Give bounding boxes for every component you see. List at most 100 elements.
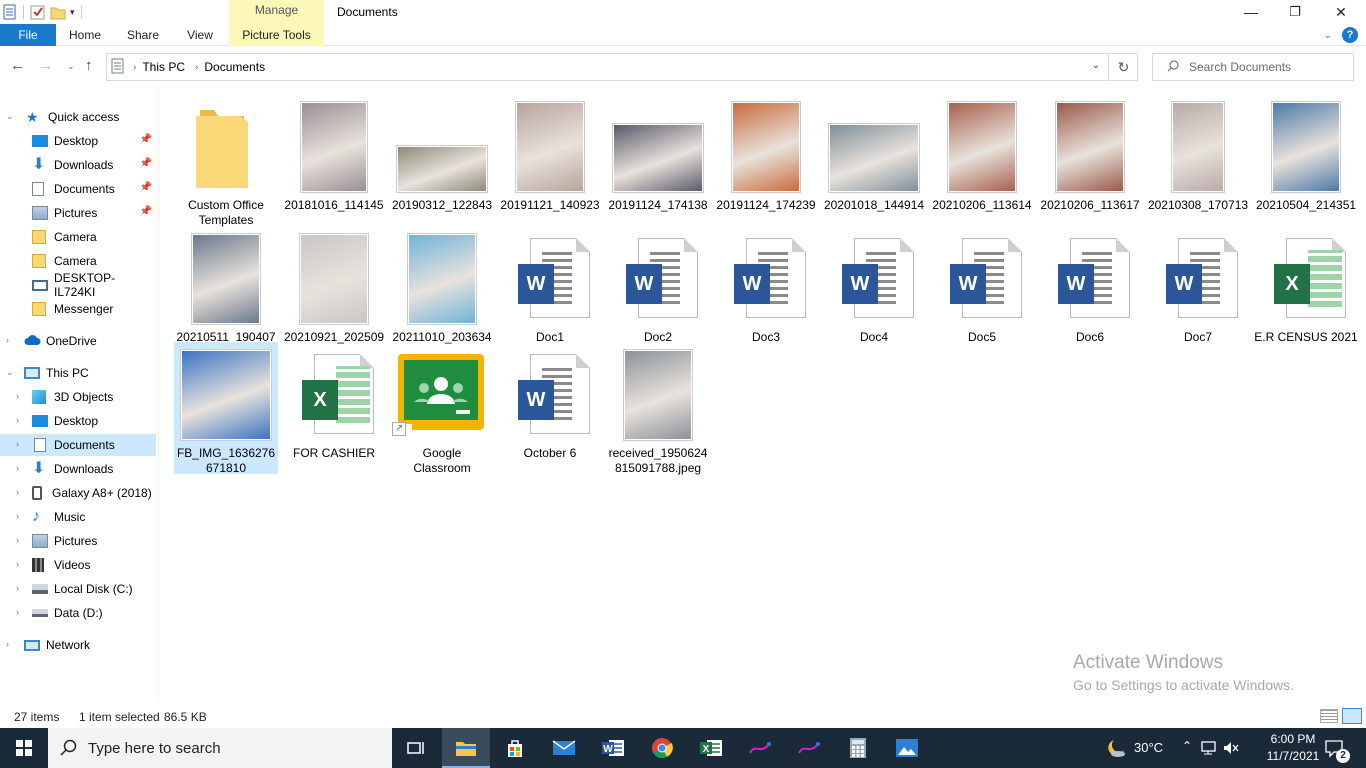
minimize-button[interactable]: —	[1228, 0, 1274, 24]
file-item-google-classroom[interactable]: ↗ Google Classroom	[390, 342, 494, 475]
details-view-icon[interactable]	[1320, 709, 1338, 723]
recent-locations-icon[interactable]: ⌄	[67, 61, 75, 72]
nav-pc-data-d[interactable]: › Data (D:)	[0, 602, 156, 624]
nav-3d-objects[interactable]: › 3D Objects	[0, 386, 156, 408]
expand-chevron-icon[interactable]: ›	[6, 639, 9, 649]
new-folder-icon[interactable]	[50, 4, 66, 20]
up-arrow-icon[interactable]: ↑	[85, 57, 93, 74]
expand-chevron-icon[interactable]: ›	[6, 335, 9, 345]
file-item-20210206-113614[interactable]: 20210206_113614	[930, 94, 1034, 222]
file-item-doc6[interactable]: W Doc6	[1038, 226, 1142, 354]
nav-quick-desktop[interactable]: Desktop 📌	[0, 130, 156, 152]
nav-network[interactable]: › Network	[0, 634, 156, 656]
checkmark-icon[interactable]	[30, 4, 45, 20]
nav-pc-desktop[interactable]: › Desktop	[0, 410, 156, 432]
volume-muted-icon[interactable]	[1222, 740, 1240, 759]
file-item-20190312-122843[interactable]: 20190312_122843	[390, 94, 494, 222]
maximize-button[interactable]: ❐	[1272, 0, 1318, 24]
file-item-20211010-203634[interactable]: 20211010_203634	[390, 226, 494, 354]
file-item-e-r-census-2021[interactable]: X E.R CENSUS 2021	[1254, 226, 1358, 354]
file-item-20210504-214351[interactable]: 20210504_214351	[1254, 94, 1358, 222]
task-view-icon[interactable]	[392, 728, 440, 768]
file-item-20191124-174239[interactable]: 20191124_174239	[714, 94, 818, 222]
address-dropdown-icon[interactable]: ⌄	[1092, 60, 1100, 71]
nav-quick-access[interactable]: ⌄ ★ Quick access	[0, 106, 156, 128]
expand-chevron-icon[interactable]: ›	[16, 535, 19, 545]
start-button[interactable]	[0, 728, 48, 768]
back-arrow-icon[interactable]: ←	[10, 57, 25, 74]
word-icon[interactable]: W	[589, 728, 637, 768]
file-item-20191124-174138[interactable]: 20191124_174138	[606, 94, 710, 222]
store-icon[interactable]	[491, 728, 539, 768]
file-item-20210206-113617[interactable]: 20210206_113617	[1038, 94, 1142, 222]
calculator-icon[interactable]	[834, 728, 882, 768]
address-bar[interactable]: › This PC › Documents ⌄	[106, 53, 1109, 81]
app-taskbar-icon-2[interactable]	[785, 728, 833, 768]
taskbar-search-box[interactable]: Type here to search	[48, 728, 392, 768]
search-box[interactable]: Search Documents	[1152, 53, 1354, 81]
file-item-doc3[interactable]: W Doc3	[714, 226, 818, 354]
expand-chevron-icon[interactable]: ›	[16, 511, 19, 521]
nav-quick-desktop-pc[interactable]: DESKTOP-IL724KI	[0, 271, 156, 299]
nav-quick-downloads[interactable]: ⬇ Downloads 📌	[0, 154, 156, 176]
breadcrumb-documents[interactable]: Documents	[204, 60, 265, 74]
properties-icon[interactable]	[3, 4, 17, 20]
expand-chevron-icon[interactable]: ›	[16, 487, 19, 497]
pane-divider[interactable]	[158, 88, 159, 700]
file-item-20181016-114145[interactable]: 20181016_114145	[282, 94, 386, 222]
expand-chevron-icon[interactable]: ›	[16, 607, 19, 617]
show-hidden-icons-icon[interactable]: ⌃	[1182, 739, 1192, 753]
file-item-received-1950624815091788-jpeg[interactable]: received_1950624 815091788.jpeg	[606, 342, 710, 475]
file-explorer-taskbar-icon[interactable]	[442, 728, 490, 768]
nav-pc-music[interactable]: › ♪ Music	[0, 506, 156, 528]
collapse-chevron-icon[interactable]: ⌄	[6, 367, 14, 378]
network-tray-icon[interactable]	[1200, 740, 1218, 759]
expand-chevron-icon[interactable]: ›	[16, 391, 19, 401]
photos-icon[interactable]	[883, 728, 931, 768]
tab-share[interactable]: Share	[118, 24, 168, 46]
nav-quick-messenger[interactable]: Messenger	[0, 298, 156, 320]
nav-this-pc[interactable]: ⌄ This PC	[0, 362, 156, 384]
file-item-doc1[interactable]: W Doc1	[498, 226, 602, 354]
expand-chevron-icon[interactable]: ›	[16, 559, 19, 569]
nav-quick-camera[interactable]: Camera	[0, 226, 156, 248]
expand-chevron-icon[interactable]: ›	[16, 439, 19, 449]
file-item-20210308-170713[interactable]: 20210308_170713	[1146, 94, 1250, 222]
file-item-custom-office-templates[interactable]: Custom Office Templates	[174, 94, 278, 227]
tab-view[interactable]: View	[176, 24, 224, 46]
excel-icon[interactable]: X	[687, 728, 735, 768]
nav-pc-downloads[interactable]: › ⬇ Downloads	[0, 458, 156, 480]
weather-moon-icon[interactable]	[1104, 738, 1126, 761]
breadcrumb-this-pc[interactable]: This PC	[142, 60, 185, 74]
nav-pc-pictures[interactable]: › Pictures	[0, 530, 156, 552]
file-item-doc7[interactable]: W Doc7	[1146, 226, 1250, 354]
nav-onedrive[interactable]: › OneDrive	[0, 330, 156, 352]
refresh-button[interactable]: ↻	[1110, 53, 1138, 81]
qat-dropdown-icon[interactable]: ▾	[70, 7, 75, 18]
collapse-chevron-icon[interactable]: ⌄	[6, 111, 14, 122]
file-item-fb-img-1636276671810[interactable]: FB_IMG_1636276 671810	[174, 342, 278, 475]
file-item-doc2[interactable]: W Doc2	[606, 226, 710, 354]
expand-chevron-icon[interactable]: ›	[16, 583, 19, 593]
nav-pc-galaxy[interactable]: › Galaxy A8+ (2018)	[0, 482, 156, 504]
nav-quick-documents[interactable]: Documents 📌	[0, 178, 156, 200]
weather-temperature[interactable]: 30°C	[1134, 740, 1163, 755]
tab-file[interactable]: File	[0, 24, 56, 46]
file-item-doc4[interactable]: W Doc4	[822, 226, 926, 354]
help-icon[interactable]: ?	[1342, 27, 1358, 43]
nav-quick-camera-2[interactable]: Camera	[0, 250, 156, 272]
nav-pc-documents[interactable]: › Documents	[0, 434, 156, 456]
file-item-doc5[interactable]: W Doc5	[930, 226, 1034, 354]
close-button[interactable]: ✕	[1318, 0, 1364, 24]
file-item-for-cashier[interactable]: X FOR CASHIER	[282, 342, 386, 474]
mail-icon[interactable]	[540, 728, 588, 768]
forward-arrow-icon[interactable]: →	[38, 57, 53, 74]
large-icons-view-icon[interactable]	[1342, 708, 1362, 724]
tab-picture-tools[interactable]: Picture Tools	[229, 24, 324, 46]
file-item-20201018-144914[interactable]: 20201018_144914	[822, 94, 926, 222]
expand-chevron-icon[interactable]: ›	[16, 415, 19, 425]
expand-ribbon-icon[interactable]: ⌄	[1324, 30, 1332, 41]
tab-home[interactable]: Home	[60, 24, 110, 46]
chrome-icon[interactable]	[638, 728, 686, 768]
app-taskbar-icon[interactable]	[736, 728, 784, 768]
